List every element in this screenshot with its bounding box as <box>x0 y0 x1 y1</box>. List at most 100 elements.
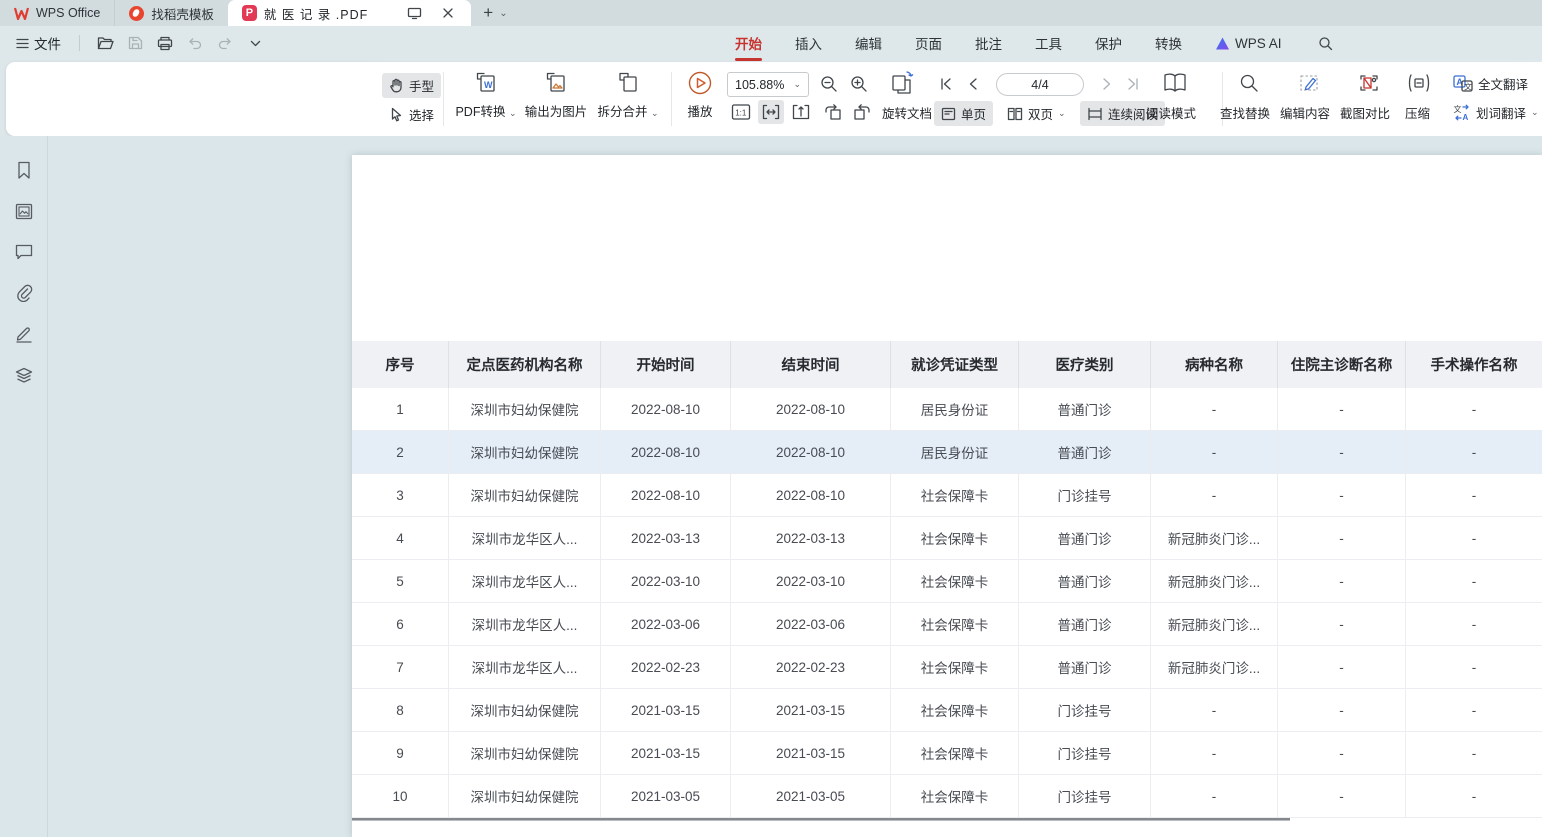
tab-wps-office[interactable]: WPS Office <box>0 0 114 26</box>
single-page-button[interactable]: 单页 <box>934 101 993 126</box>
read-mode-button[interactable]: 阅读模式 <box>1146 103 1196 122</box>
previous-page-button[interactable] <box>962 72 984 96</box>
next-page-button[interactable] <box>1096 72 1118 96</box>
redo-icon[interactable] <box>212 31 238 55</box>
menu-home[interactable]: 开始 <box>733 27 764 59</box>
svg-text:1:1: 1:1 <box>735 109 747 118</box>
zoom-level-select[interactable]: 105.88% ⌄ <box>727 72 809 97</box>
rotate-document-button[interactable]: 旋转文档 <box>882 103 932 122</box>
enter-fullscreen-icon[interactable] <box>401 1 427 25</box>
comment-icon[interactable] <box>9 240 39 264</box>
export-as-image-button[interactable]: 输出为图片 <box>520 70 592 120</box>
undo-icon[interactable] <box>182 31 208 55</box>
actual-size-button[interactable]: 1:1 <box>728 100 754 124</box>
save-icon[interactable] <box>122 31 148 55</box>
table-cell: 2022-08-10 <box>600 431 730 473</box>
table-cell: - <box>1405 431 1542 473</box>
column-header: 就诊凭证类型 <box>890 341 1018 388</box>
table-cell: - <box>1405 474 1542 516</box>
play-button[interactable]: 播放 <box>678 70 722 120</box>
zoom-in-button[interactable] <box>846 72 872 96</box>
table-cell: - <box>1150 689 1277 731</box>
signature-icon[interactable] <box>9 322 39 346</box>
column-header: 手术操作名称 <box>1405 341 1542 388</box>
medical-records-table: 序号定点医药机构名称开始时间结束时间就诊凭证类型医疗类别病种名称住院主诊断名称手… <box>352 341 1542 818</box>
tab-label: 找稻壳模板 <box>151 4 214 23</box>
full-text-translate-button[interactable]: A 文 全文翻译 <box>1446 71 1535 96</box>
menu-convert[interactable]: 转换 <box>1153 27 1184 59</box>
docer-logo-icon <box>129 6 144 21</box>
attachment-icon[interactable] <box>9 281 39 305</box>
table-cell: 2 <box>352 431 448 473</box>
edit-content-button[interactable]: 编辑内容 <box>1280 103 1330 122</box>
open-file-icon[interactable] <box>92 31 118 55</box>
rotate-pages-button[interactable] <box>886 68 920 98</box>
table-cell: - <box>1150 732 1277 774</box>
read-mode-icon[interactable] <box>1158 68 1192 98</box>
menu-tools[interactable]: 工具 <box>1033 27 1064 59</box>
hand-icon <box>389 78 404 93</box>
menu-comment[interactable]: 批注 <box>973 27 1004 59</box>
chevron-down-icon: ⌄ <box>793 79 801 90</box>
table-cell: 深圳市龙华区人... <box>448 646 600 688</box>
menu-wps-ai[interactable]: WPS AI <box>1213 30 1284 57</box>
ribbon-toolbar: 手型 选择 W PDF转换 ⌄ 输出为图片 <box>6 62 1542 136</box>
table-cell: 门诊挂号 <box>1018 689 1150 731</box>
tab-list-chevron-icon[interactable]: ⌄ <box>499 8 507 19</box>
find-replace-icon[interactable] <box>1234 70 1264 96</box>
chevron-down-icon: ⌄ <box>1058 108 1066 119</box>
last-page-button[interactable] <box>1122 72 1144 96</box>
hand-tool-button[interactable]: 手型 <box>382 73 441 98</box>
compress-button[interactable]: 压缩 <box>1405 103 1430 122</box>
table-cell: 深圳市妇幼保健院 <box>448 732 600 774</box>
find-replace-button[interactable]: 查找替换 <box>1220 103 1270 122</box>
pdf-page: 序号定点医药机构名称开始时间结束时间就诊凭证类型医疗类别病种名称住院主诊断名称手… <box>352 155 1542 837</box>
table-cell: 普通门诊 <box>1018 646 1150 688</box>
tab-medical-record-pdf[interactable]: P 就 医 记 录 .PDF <box>228 0 471 26</box>
rotate-right-button[interactable] <box>849 100 875 124</box>
page-number-input[interactable]: 4/4 <box>996 73 1084 96</box>
layers-icon[interactable] <box>9 363 39 387</box>
table-cell: 2022-08-10 <box>600 474 730 516</box>
pdf-convert-button[interactable]: W PDF转换 ⌄ <box>450 70 522 120</box>
tab-bar: WPS Office 找稻壳模板 P 就 医 记 录 .PDF + ⌄ <box>0 0 1542 26</box>
full-translate-icon: A 文 <box>1453 75 1473 92</box>
table-cell: 新冠肺炎门诊... <box>1150 603 1277 645</box>
table-cell: - <box>1277 474 1405 516</box>
double-page-button[interactable]: 双页 ⌄ <box>1000 101 1073 126</box>
compress-icon[interactable] <box>1404 70 1434 96</box>
rotate-left-button[interactable] <box>820 100 846 124</box>
edit-content-icon[interactable] <box>1294 70 1324 96</box>
cursor-icon <box>389 107 404 122</box>
file-menu-button[interactable]: 文件 <box>10 30 67 56</box>
menu-protect[interactable]: 保护 <box>1093 27 1124 59</box>
table-cell: 1 <box>352 388 448 430</box>
new-tab-button[interactable]: + <box>483 3 493 23</box>
document-area: 序号定点医药机构名称开始时间结束时间就诊凭证类型医疗类别病种名称住院主诊断名称手… <box>0 136 1542 837</box>
menu-insert[interactable]: 插入 <box>793 27 824 59</box>
split-merge-button[interactable]: 拆分合并 ⌄ <box>592 70 664 120</box>
close-tab-icon[interactable] <box>435 1 461 25</box>
bookmark-icon[interactable] <box>9 158 39 182</box>
select-tool-button[interactable]: 选择 <box>382 102 441 127</box>
screenshot-compare-button[interactable]: 截图对比 <box>1340 103 1390 122</box>
svg-text:文: 文 <box>1454 104 1462 114</box>
continuous-reading-icon <box>1087 107 1103 121</box>
table-cell: 2021-03-15 <box>600 689 730 731</box>
first-page-button[interactable] <box>934 72 956 96</box>
table-cell: 社会保障卡 <box>890 732 1018 774</box>
table-cell: 2022-03-06 <box>600 603 730 645</box>
fit-width-button[interactable] <box>758 100 784 124</box>
word-translate-button[interactable]: 文 A 划词翻译 ⌄ <box>1446 100 1542 125</box>
print-icon[interactable] <box>152 31 178 55</box>
ribbon-search-icon[interactable] <box>1313 31 1339 55</box>
menu-page[interactable]: 页面 <box>913 27 944 59</box>
thumbnail-icon[interactable] <box>9 199 39 223</box>
tab-docer-templates[interactable]: 找稻壳模板 <box>114 0 228 26</box>
quickbar-more-chevron-icon[interactable] <box>242 31 268 55</box>
table-cell: 深圳市妇幼保健院 <box>448 474 600 516</box>
zoom-out-button[interactable] <box>816 72 842 96</box>
screenshot-compare-icon[interactable] <box>1354 70 1384 96</box>
menu-edit[interactable]: 编辑 <box>853 27 884 59</box>
fit-page-button[interactable] <box>788 100 814 124</box>
